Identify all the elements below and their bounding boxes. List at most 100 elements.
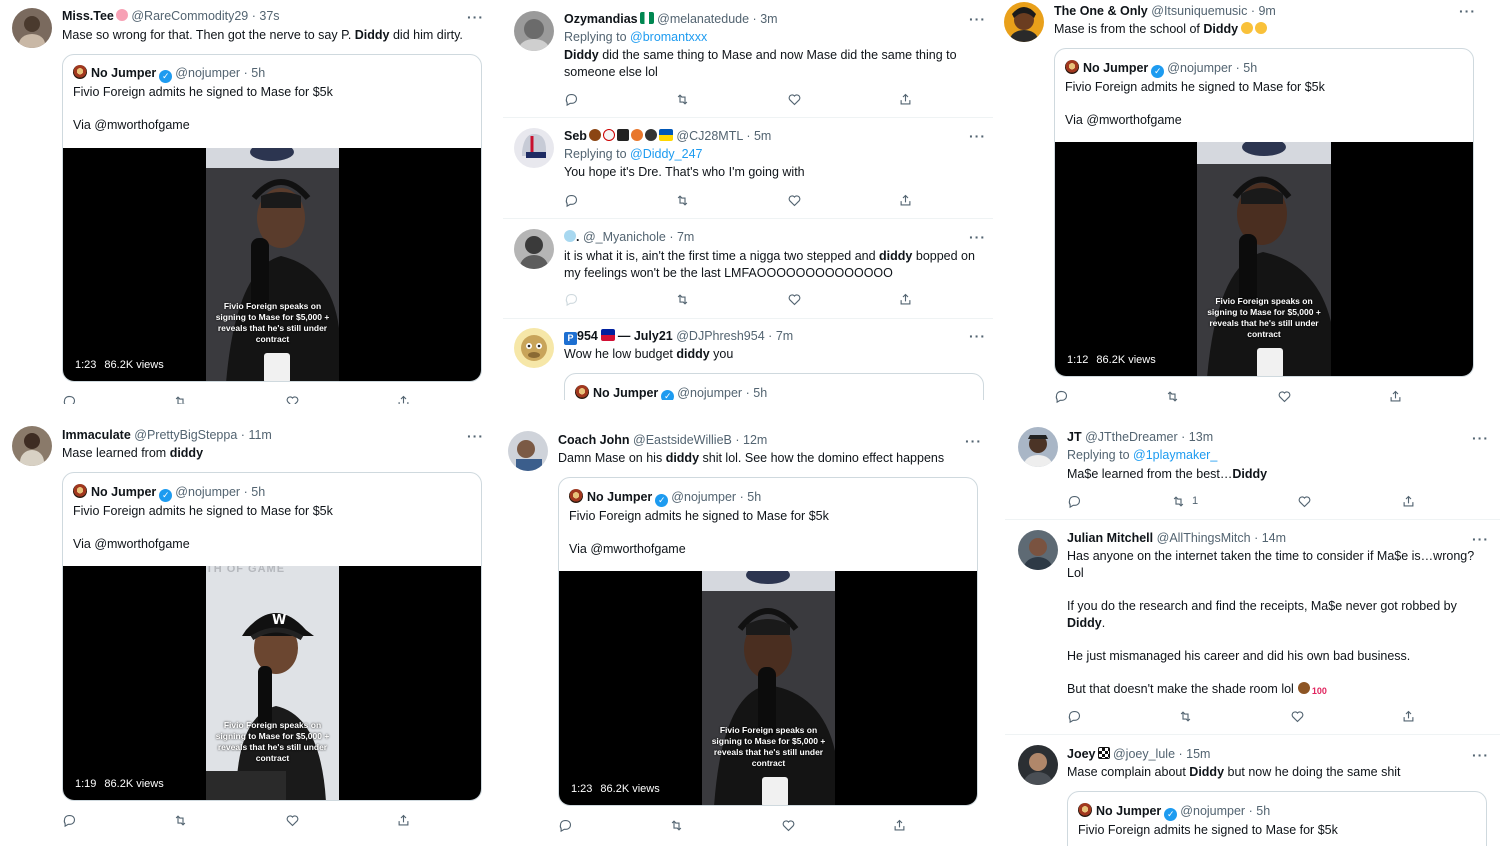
reply-button[interactable] xyxy=(564,90,582,108)
retweet-button[interactable] xyxy=(173,811,191,829)
reply-button[interactable] xyxy=(564,290,582,308)
display-name[interactable]: Immaculate xyxy=(62,428,131,442)
handle[interactable]: @JTtheDreamer xyxy=(1085,430,1178,444)
reply-button[interactable] xyxy=(62,811,80,829)
display-name[interactable]: 954 xyxy=(577,329,598,343)
display-name[interactable]: Joey xyxy=(1067,747,1096,761)
timestamp[interactable]: 13m xyxy=(1189,430,1213,444)
reply-link[interactable]: @Diddy_247 xyxy=(630,147,702,161)
retweet-button[interactable]: 1 xyxy=(1171,492,1211,510)
timestamp[interactable]: 3m xyxy=(760,12,777,26)
share-button[interactable] xyxy=(1401,707,1419,725)
reply-button[interactable] xyxy=(1067,492,1085,510)
quote-tweet[interactable]: No Jumper ✓ @nojumper · 5h Fivio Foreign a… xyxy=(62,472,482,801)
display-name[interactable]: The One & Only xyxy=(1054,4,1148,18)
more-options-icon[interactable]: ··· xyxy=(965,434,982,448)
quote-tweet[interactable]: No Jumper ✓ @nojumper · 5h Fivio Foreign a… xyxy=(558,477,978,806)
handle[interactable]: @Itsuniquemusic xyxy=(1151,4,1247,18)
avatar[interactable] xyxy=(1018,530,1058,570)
share-button[interactable] xyxy=(396,392,414,404)
tweet-jt[interactable]: JT @JTtheDreamer · 13m ··· Replying to @… xyxy=(1005,424,1500,520)
share-button[interactable] xyxy=(898,90,916,108)
retweet-button[interactable] xyxy=(675,90,693,108)
like-button[interactable] xyxy=(787,290,805,308)
display-name[interactable]: Miss.Tee xyxy=(62,9,114,23)
avatar[interactable] xyxy=(514,128,554,168)
tweet-myanichole[interactable]: . @_Myanichole · 7m ··· it is what it is… xyxy=(503,219,995,319)
timestamp[interactable]: 9m xyxy=(1258,4,1275,18)
quote-tweet[interactable]: No Jumper ✓ @nojumper · 5h xyxy=(564,373,984,400)
share-button[interactable] xyxy=(898,191,916,209)
handle[interactable]: @melanatedude xyxy=(657,12,749,26)
timestamp[interactable]: 11m xyxy=(248,428,271,442)
avatar[interactable] xyxy=(514,229,554,269)
quote-tweet[interactable]: No Jumper ✓ @nojumper · 5h Fivio Foreign a… xyxy=(1067,791,1487,846)
tweet-immaculate[interactable]: Immaculate @PrettyBigSteppa · 11m ··· Ma… xyxy=(0,420,493,846)
tweet-julian-mitchell[interactable]: Julian Mitchell @AllThingsMitch · 14m ··… xyxy=(1005,520,1500,734)
like-button[interactable] xyxy=(285,392,303,404)
more-options-icon[interactable]: ··· xyxy=(1472,532,1489,546)
tweet-ozymandias[interactable]: Ozymandias @melanatedude · 3m ··· Replyi… xyxy=(503,0,995,118)
timestamp[interactable]: 5m xyxy=(754,129,771,143)
avatar[interactable] xyxy=(1004,2,1044,42)
timestamp[interactable]: 12m xyxy=(743,433,767,447)
retweet-button[interactable] xyxy=(669,816,687,834)
tweet-seb[interactable]: Seb @CJ28MTL · 5m ··· Replying to @Diddy… xyxy=(503,118,995,218)
display-name[interactable]: . xyxy=(576,230,579,244)
tweet-djphresh954[interactable]: P 954 — July21 @DJPhresh954 · 7m ··· Wow h… xyxy=(503,319,995,400)
reply-link[interactable]: @1playmaker_ xyxy=(1133,448,1217,462)
more-options-icon[interactable]: ··· xyxy=(969,329,986,343)
display-name[interactable]: Ozymandias xyxy=(564,12,638,26)
handle[interactable]: @PrettyBigSteppa xyxy=(134,428,237,442)
share-button[interactable] xyxy=(898,290,916,308)
share-button[interactable] xyxy=(396,811,414,829)
video-player[interactable]: Fivio Foreign speaks on signing to Mase … xyxy=(559,571,977,805)
more-options-icon[interactable]: ··· xyxy=(1472,748,1489,762)
retweet-button[interactable] xyxy=(675,290,693,308)
timestamp[interactable]: 14m xyxy=(1262,531,1286,545)
handle[interactable]: @EastsideWillieB xyxy=(633,433,732,447)
timestamp[interactable]: 15m xyxy=(1186,747,1210,761)
handle[interactable]: @joey_lule xyxy=(1113,747,1175,761)
more-options-icon[interactable]: ··· xyxy=(1472,431,1489,445)
tweet-miss-tee[interactable]: Miss.Tee @RareCommodity29 · 37s ··· Mase… xyxy=(0,0,493,404)
video-player[interactable]: Fivio Foreign speaks on signing to Mase … xyxy=(1055,142,1473,376)
more-options-icon[interactable]: ··· xyxy=(467,10,484,24)
handle[interactable]: @_Myanichole xyxy=(583,230,666,244)
reply-link[interactable]: @bromantxxx xyxy=(630,30,707,44)
reply-button[interactable] xyxy=(1054,387,1072,404)
tweet-the-one-and-only[interactable]: The One & Only @Itsuniquemusic · 9m ··· … xyxy=(993,0,1500,404)
more-options-icon[interactable]: ··· xyxy=(467,429,484,443)
video-player[interactable]: Fivio Foreign speaks on signing to Mase … xyxy=(63,148,481,381)
avatar[interactable] xyxy=(1018,427,1058,467)
reply-button[interactable] xyxy=(1067,707,1085,725)
share-button[interactable] xyxy=(1401,492,1419,510)
display-name[interactable]: Julian Mitchell xyxy=(1067,531,1153,545)
avatar[interactable] xyxy=(508,431,548,471)
retweet-button[interactable] xyxy=(1178,707,1196,725)
timestamp[interactable]: 7m xyxy=(776,329,793,343)
like-button[interactable] xyxy=(781,816,799,834)
display-name[interactable]: JT xyxy=(1067,430,1082,444)
reply-button[interactable] xyxy=(62,392,80,404)
video-player[interactable]: W TH OF GAME Fivio Foreign speaks on sig… xyxy=(63,566,481,800)
like-button[interactable] xyxy=(1290,707,1308,725)
display-name[interactable]: Seb xyxy=(564,129,587,143)
handle[interactable]: @RareCommodity29 xyxy=(131,9,248,23)
handle[interactable]: @DJPhresh954 xyxy=(676,329,764,343)
retweet-button[interactable] xyxy=(675,191,693,209)
like-button[interactable] xyxy=(787,191,805,209)
avatar[interactable] xyxy=(1018,745,1058,785)
like-button[interactable] xyxy=(787,90,805,108)
like-button[interactable] xyxy=(1297,492,1315,510)
reply-button[interactable] xyxy=(558,816,576,834)
avatar[interactable] xyxy=(514,328,554,368)
share-button[interactable] xyxy=(892,816,910,834)
handle[interactable]: @AllThingsMitch xyxy=(1157,531,1251,545)
quote-tweet[interactable]: No Jumper ✓ @nojumper · 5h Fivio Foreign a… xyxy=(62,54,482,382)
more-options-icon[interactable]: ··· xyxy=(969,12,986,26)
avatar[interactable] xyxy=(12,426,52,466)
retweet-button[interactable] xyxy=(1165,387,1183,404)
tweet-joey[interactable]: Joey @joey_lule · 15m ··· Mase complain … xyxy=(1005,735,1500,846)
like-button[interactable] xyxy=(1277,387,1295,404)
